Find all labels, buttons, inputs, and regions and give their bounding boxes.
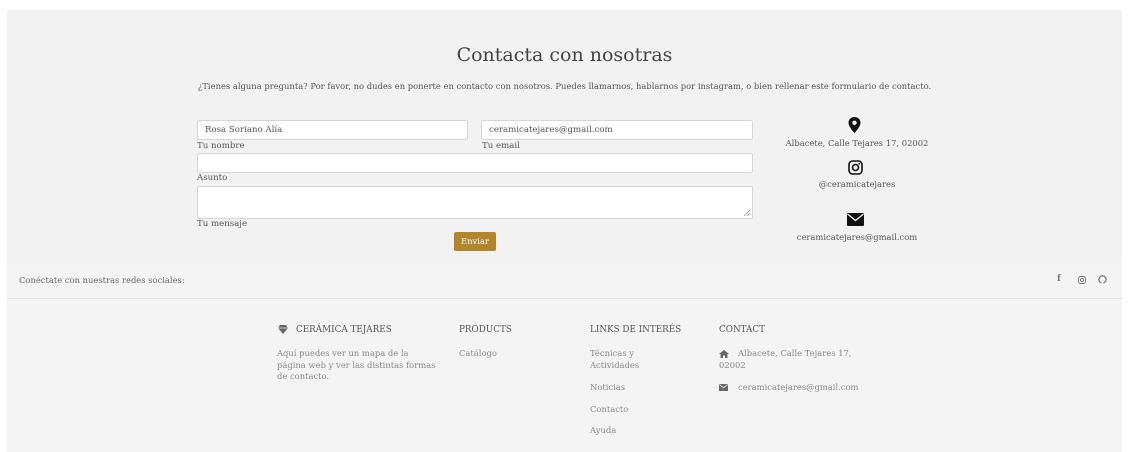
github-icon[interactable] bbox=[1098, 275, 1107, 284]
footer-links-title: LINKS DE INTERÉS bbox=[590, 325, 682, 335]
message-label: Tu mensaje bbox=[197, 219, 248, 229]
social-text: Conéctate con nuestras redes sociales: bbox=[19, 275, 185, 285]
contact-address: Albacete, Calle Tejares 17, 02002 bbox=[785, 138, 929, 148]
footer-link-noticias[interactable]: Noticias bbox=[590, 382, 625, 394]
footer-link-contacto[interactable]: Contacto bbox=[590, 404, 628, 416]
intro-text: ¿Tienes alguna pregunta? Por favor, no d… bbox=[197, 81, 932, 91]
instagram-icon[interactable] bbox=[1078, 276, 1086, 284]
contact-section: Contacta con nosotras ¿Tienes alguna pre… bbox=[7, 10, 1122, 262]
footer-products-title: PRODUCTS bbox=[459, 325, 512, 335]
footer-link-tecnicas[interactable]: Técnicas y Actividades bbox=[590, 348, 670, 371]
name-label: Tu nombre bbox=[197, 141, 245, 151]
envelope-icon bbox=[847, 213, 864, 226]
footer-link-ayuda[interactable]: Ayuda bbox=[590, 425, 616, 437]
page: Contacta con nosotras ¿Tienes alguna pre… bbox=[7, 10, 1122, 452]
message-textarea[interactable] bbox=[197, 186, 753, 219]
contact-instagram[interactable]: @ceramicatejares bbox=[777, 179, 937, 189]
footer-contact-title: CONTACT bbox=[719, 325, 765, 335]
envelope-icon bbox=[719, 384, 728, 391]
page-title: Contacta con nosotras bbox=[456, 44, 673, 66]
facebook-icon[interactable]: f bbox=[1057, 274, 1061, 284]
footer-brand-title: CERÁMICA TEJARES bbox=[296, 325, 392, 335]
footer-link-catalogo[interactable]: Catálogo bbox=[459, 348, 497, 360]
gem-icon bbox=[278, 325, 288, 334]
footer-contact-email[interactable]: ceramicatejares@gmail.com bbox=[738, 382, 858, 394]
send-button[interactable]: Enviar bbox=[454, 232, 496, 251]
name-input[interactable]: Rosa Soriano Alía bbox=[197, 120, 468, 140]
subject-label: Asunto bbox=[197, 173, 228, 183]
email-label: Tu email bbox=[482, 141, 520, 151]
instagram-icon[interactable] bbox=[848, 160, 863, 175]
contact-email[interactable]: ceramicatejares@gmail.com bbox=[777, 232, 937, 242]
subject-input[interactable] bbox=[197, 153, 753, 173]
social-bar: Conéctate con nuestras redes sociales: f bbox=[7, 262, 1122, 299]
footer-contact-address: Albacete, Calle Tejares 17, 02002 bbox=[719, 348, 852, 370]
footer-brand-text: Aquí puedes ver un mapa de la página web… bbox=[277, 348, 436, 381]
email-input[interactable]: ceramicatejares@gmail.com bbox=[481, 120, 753, 140]
resize-handle-icon[interactable] bbox=[744, 210, 750, 216]
location-pin-icon bbox=[848, 117, 861, 133]
